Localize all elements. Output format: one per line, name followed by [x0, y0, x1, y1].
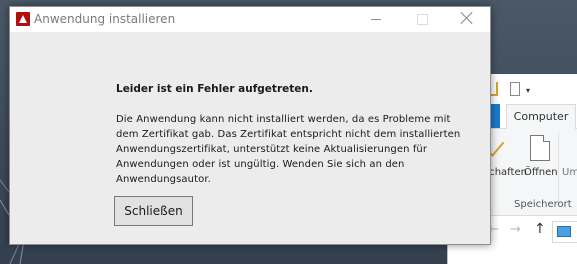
install-error-dialog: Anwendung installieren Leider ist ein Fe…: [9, 6, 491, 245]
error-message-line: Anwendungszertifikat, unterstützt keine …: [116, 144, 428, 155]
close-icon: [460, 11, 474, 25]
maximize-button[interactable]: [399, 7, 445, 32]
minimize-icon: [371, 19, 381, 20]
error-message: Die Anwendung kann nicht installiert wer…: [116, 112, 476, 187]
error-message-line: Anwendungsautor.: [116, 174, 211, 185]
ribbon-group-label: Speicherort: [514, 199, 572, 210]
error-message-line: Die Anwendung kann nicht installiert wer…: [116, 114, 451, 125]
ribbon-separator: [558, 133, 559, 203]
close-button[interactable]: Schließen: [114, 196, 193, 226]
new-folder-icon[interactable]: [510, 82, 520, 96]
address-bar[interactable]: [552, 221, 577, 243]
error-message-line: Anwendungen oder ist ungültig. Wenden Si…: [116, 159, 405, 170]
open-document-icon[interactable]: [530, 135, 550, 161]
error-message-line: dem Zertifikat gab. Das Zertifikat entsp…: [116, 129, 461, 140]
tab-computer[interactable]: Computer: [506, 104, 576, 129]
up-arrow-icon[interactable]: ↑: [534, 221, 546, 237]
minimize-button[interactable]: [353, 7, 399, 32]
title-bar[interactable]: Anwendung installieren: [10, 7, 490, 32]
window-title: Anwendung installieren: [34, 12, 176, 26]
customize-toolbar-icon[interactable]: ▾: [526, 86, 530, 95]
computer-icon: [557, 226, 571, 237]
dialog-content: Leider ist ein Fehler aufgetreten. Die A…: [116, 83, 476, 187]
error-heading: Leider ist ein Fehler aufgetreten.: [116, 83, 313, 95]
ribbon-item-open[interactable]: Öffnen: [524, 167, 558, 178]
adobe-air-icon: [16, 12, 30, 26]
maximize-icon: [417, 14, 428, 25]
forward-arrow-icon[interactable]: →: [510, 222, 521, 237]
ribbon-item-rename[interactable]: Um: [562, 167, 577, 178]
close-window-button[interactable]: [444, 7, 490, 32]
